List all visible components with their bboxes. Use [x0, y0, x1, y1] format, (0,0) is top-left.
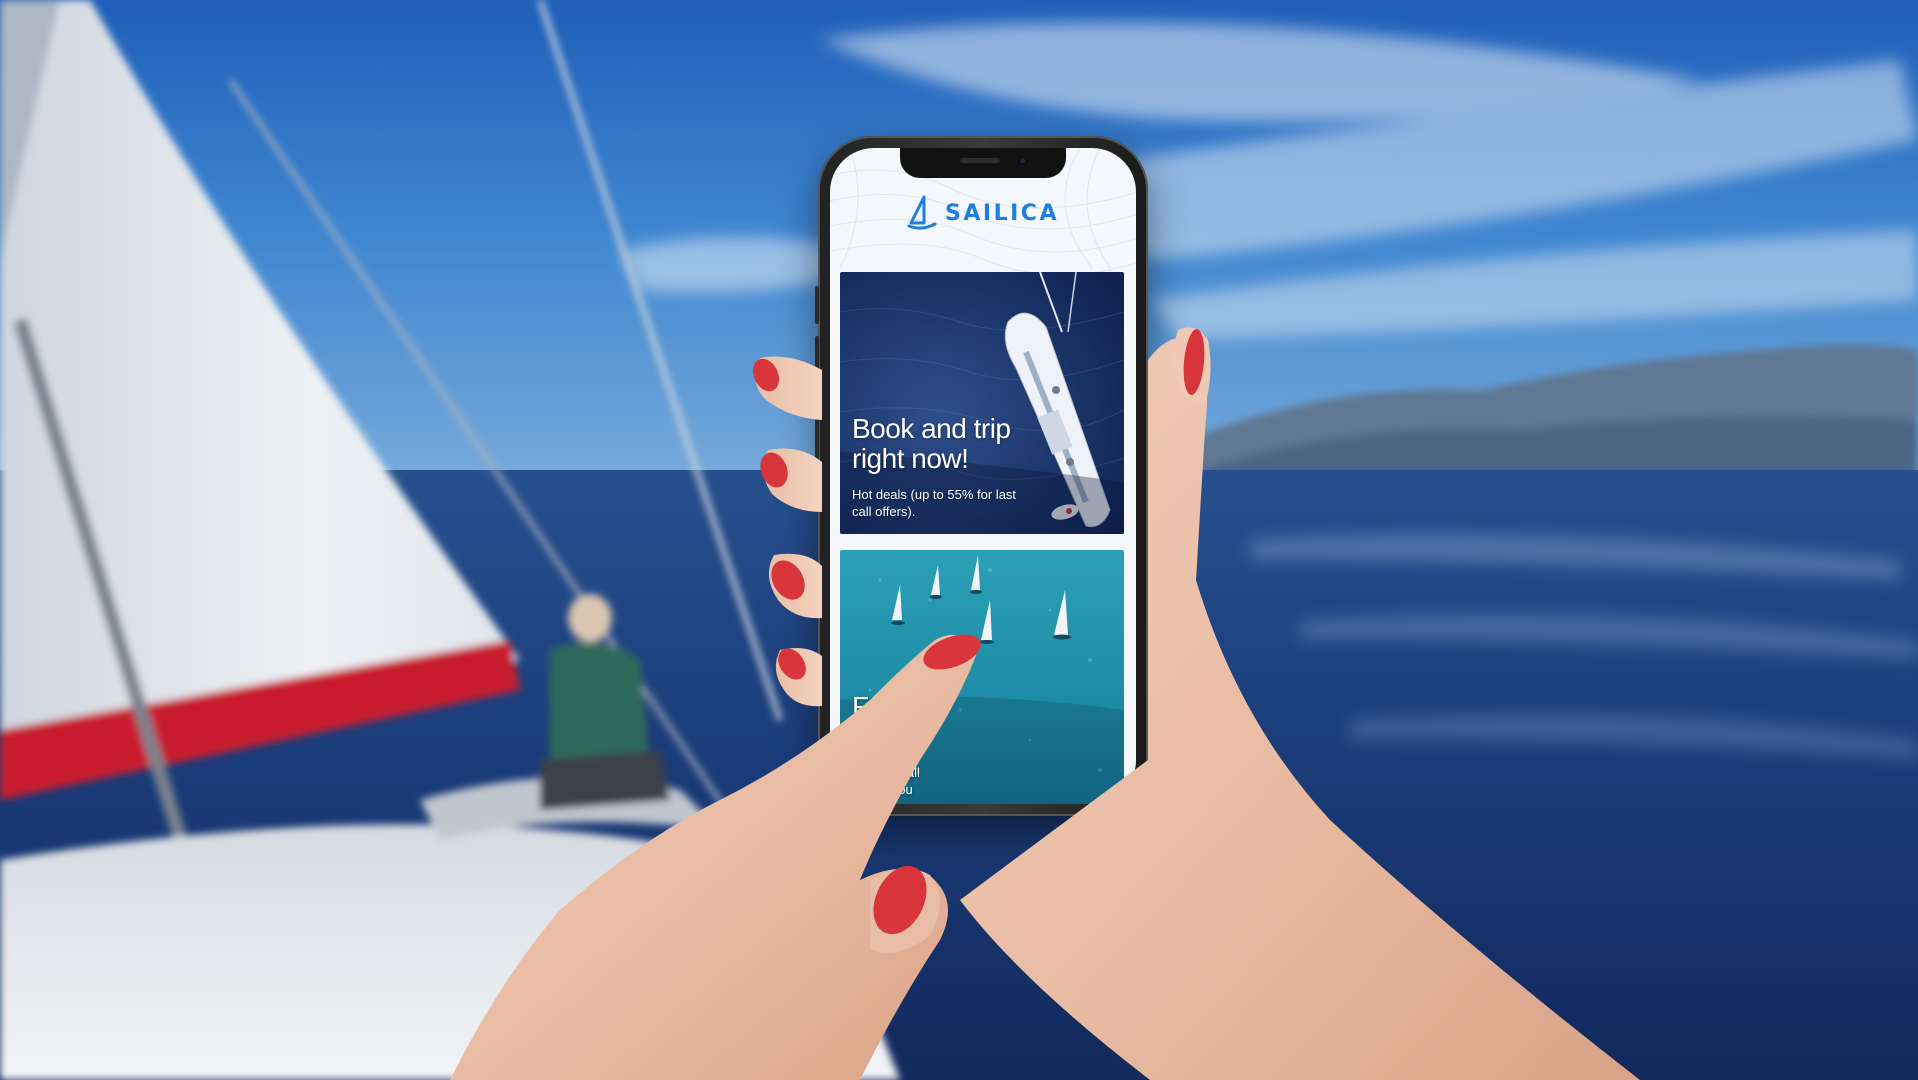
promo-card-book-trip[interactable]: Book and trip right now! Hot deals (up t… — [840, 272, 1124, 534]
earpiece-speaker — [960, 158, 1000, 163]
card-subtitle: Hot deals (up to 55% for last call offer… — [852, 487, 1017, 519]
sail-logo-icon — [907, 195, 937, 230]
card-title: Book and trip right now! — [852, 413, 1011, 474]
brand-name: SAILICA — [945, 200, 1059, 226]
app-header: SAILICA — [830, 190, 1136, 236]
phone-side-button — [815, 286, 819, 324]
smartphone: SAILICA Book and trip right now! Hot dea… — [815, 136, 1148, 816]
promo-card-boats-list[interactable]: F of all es! dal list of all s near you — [840, 550, 1124, 804]
phone-screen: SAILICA Book and trip right now! Hot dea… — [830, 148, 1136, 804]
screen-notch — [900, 148, 1066, 178]
front-camera — [1018, 156, 1027, 165]
photo-scene: SAILICA Book and trip right now! Hot dea… — [0, 0, 1918, 1080]
phone-side-button — [815, 406, 819, 466]
card-subtitle: dal list of all s near you — [852, 765, 920, 797]
phone-side-button — [815, 336, 819, 396]
card-title: F of all es! — [852, 691, 933, 752]
